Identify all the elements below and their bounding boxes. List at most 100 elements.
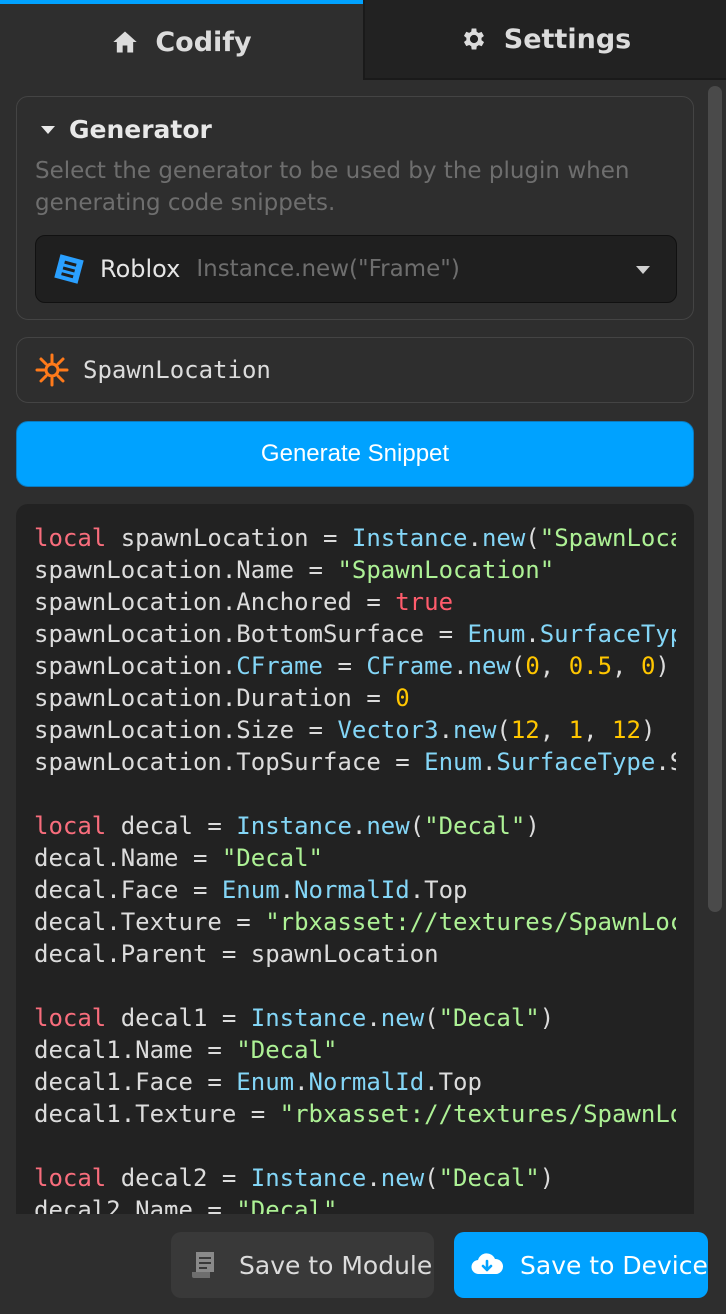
generator-title: Generator	[69, 115, 212, 144]
footer-bar: Save to Module Save to Device	[0, 1214, 726, 1314]
code-token: Enum	[236, 1068, 295, 1096]
code-token: decal1 =	[106, 1004, 251, 1032]
code-line: spawnLocation.TopSurface = Enum.SurfaceT…	[34, 746, 676, 778]
code-token: Enum	[221, 876, 280, 904]
code-line: spawnLocation.Anchored = true	[34, 586, 676, 618]
code-token: .	[279, 876, 295, 904]
code-line: local spawnLocation = Instance.new("Spaw…	[34, 522, 676, 554]
code-token: 0	[525, 652, 540, 680]
code-token: .	[366, 1164, 381, 1192]
code-token: "Decal"	[424, 812, 526, 840]
code-line: local decal = Instance.new("Decal")	[34, 810, 676, 842]
code-line: decal.Name = "Decal"	[34, 842, 676, 874]
code-token: local	[34, 524, 107, 552]
code-token: .	[366, 1004, 381, 1032]
code-token: "SpawnLocation"	[337, 556, 555, 584]
code-token: .	[351, 812, 367, 840]
code-token: (	[496, 716, 511, 744]
code-token: spawnLocation.Size =	[34, 716, 338, 744]
code-snippet[interactable]: local spawnLocation = Instance.new("Spaw…	[16, 504, 694, 1224]
code-token: decal.Name =	[34, 844, 222, 872]
generator-select-name: Roblox	[100, 255, 181, 283]
code-token: Vector3	[337, 716, 439, 744]
code-token: .Top	[424, 1068, 482, 1096]
generator-description: Select the generator to be used by the p…	[35, 158, 630, 216]
code-token: CFrame	[236, 652, 323, 680]
code-token: .	[481, 748, 497, 776]
code-token: 1	[568, 716, 584, 744]
code-token: 12	[612, 716, 641, 744]
code-token: decal.Texture =	[34, 908, 266, 936]
code-token: =	[323, 652, 367, 680]
tab-codify-label: Codify	[155, 26, 252, 58]
code-token: )	[655, 652, 670, 680]
code-token: NormalId	[308, 1068, 425, 1096]
code-token: .	[525, 620, 540, 648]
code-line: decal.Face = Enum.NormalId.Top	[34, 874, 676, 906]
code-token: (	[510, 652, 526, 680]
code-token: Instance	[351, 524, 468, 552]
code-line: decal1.Face = Enum.NormalId.Top	[34, 1066, 676, 1098]
code-token: decal2 =	[106, 1164, 251, 1192]
save-to-device-button[interactable]: Save to Device	[454, 1232, 708, 1298]
code-token: spawnLocation =	[106, 524, 352, 552]
selected-instance: SpawnLocation	[16, 337, 694, 403]
code-token: new	[380, 1004, 425, 1032]
code-token: local	[34, 812, 107, 840]
code-token: new	[481, 524, 526, 552]
tab-codify[interactable]: Codify	[0, 0, 363, 80]
code-token: "Decal"	[221, 844, 323, 872]
code-token: "Decal"	[438, 1164, 540, 1192]
code-token: ,	[612, 652, 641, 680]
code-token: new	[380, 1164, 425, 1192]
code-token: new	[453, 716, 497, 744]
code-token: spawnLocation.Name =	[34, 556, 338, 584]
generator-section: Generator Select the generator to be use…	[16, 96, 694, 320]
code-token: .	[467, 524, 482, 552]
code-line: decal.Parent = spawnLocation	[34, 938, 676, 970]
code-token: 0	[640, 652, 656, 680]
code-token: local	[34, 1164, 107, 1192]
code-token: )	[525, 812, 540, 840]
tab-settings[interactable]: Settings	[363, 0, 726, 80]
code-token: )	[640, 716, 656, 744]
generator-header[interactable]: Generator	[41, 115, 212, 144]
code-token: spawnLocation.	[34, 652, 237, 680]
generator-select[interactable]: Roblox Instance.new("Frame")	[35, 235, 677, 303]
code-token: "rbxasset://textures/SpawnLocation.png"	[265, 908, 676, 936]
code-token: decal1.Face =	[34, 1068, 237, 1096]
code-line: spawnLocation.Duration = 0	[34, 682, 676, 714]
spawn-location-icon	[35, 353, 69, 387]
generate-snippet-button[interactable]: Generate Snippet	[16, 421, 694, 487]
code-token: true	[395, 588, 454, 616]
gear-icon	[463, 28, 484, 50]
code-token: decal1.Texture =	[34, 1100, 280, 1128]
instance-name: SpawnLocation	[83, 356, 271, 384]
tab-bar: Codify Settings	[0, 0, 726, 80]
code-token: (	[424, 1004, 439, 1032]
code-token: "rbxasset://textures/SpawnLocation.png"	[279, 1100, 676, 1128]
code-token: decal =	[106, 812, 237, 840]
code-token: SurfaceType	[539, 620, 676, 648]
code-line: local decal1 = Instance.new("Decal")	[34, 1002, 676, 1034]
save-to-module-button[interactable]: Save to Module	[171, 1232, 434, 1298]
code-token: spawnLocation.Duration =	[34, 684, 396, 712]
code-line: decal1.Texture = "rbxasset://textures/Sp…	[34, 1098, 676, 1130]
code-line: spawnLocation.Size = Vector3.new(12, 1, …	[34, 714, 676, 746]
home-icon	[113, 31, 138, 53]
code-token: ,	[583, 716, 613, 744]
code-token: (	[424, 1164, 439, 1192]
code-token: .Smooth	[655, 748, 676, 776]
code-token: SurfaceType	[496, 748, 656, 776]
code-token: Instance	[250, 1004, 367, 1032]
code-token: Instance	[236, 812, 352, 840]
code-line: spawnLocation.BottomSurface = Enum.Surfa…	[34, 618, 676, 650]
code-token: NormalId	[294, 876, 410, 904]
code-token: 0.5	[568, 652, 613, 680]
code-token: Enum	[467, 620, 526, 648]
code-token: decal1.Name =	[34, 1036, 237, 1064]
code-token: new	[366, 812, 410, 840]
scrollbar[interactable]	[708, 86, 722, 912]
